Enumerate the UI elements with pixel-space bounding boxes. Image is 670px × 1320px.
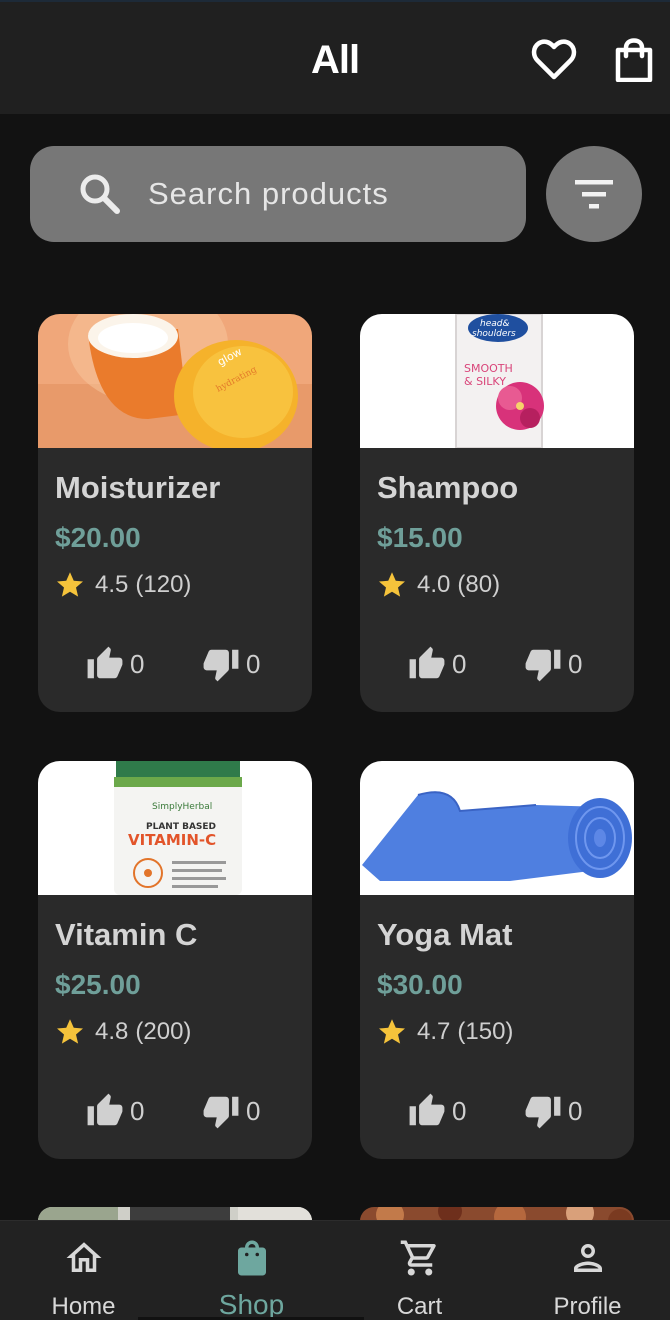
thumbs-down-icon xyxy=(525,1096,561,1129)
nav-label: Shop xyxy=(218,1289,285,1320)
product-card[interactable]: Yoga Mat $30.00 4.7 (150) 0 0 xyxy=(360,761,634,1159)
svg-text:head&: head& xyxy=(480,319,510,329)
home-icon xyxy=(66,1242,102,1272)
vote-row: 0 0 xyxy=(360,1091,634,1131)
dislike-button[interactable]: 0 xyxy=(524,1091,582,1131)
nav-label: Cart xyxy=(396,1293,443,1320)
thumbs-down-icon xyxy=(203,1096,239,1129)
rating-value: 4.8 xyxy=(95,1018,129,1045)
vote-row: 0 0 xyxy=(360,644,634,684)
star-icon xyxy=(57,1019,83,1044)
product-rating: 4.0 (80) xyxy=(377,568,500,602)
like-button[interactable]: 0 xyxy=(86,1091,144,1131)
svg-text:SMOOTH: SMOOTH xyxy=(464,362,513,375)
thumbs-down-icon xyxy=(525,649,561,682)
svg-text:SimplyHerbal: SimplyHerbal xyxy=(152,802,212,812)
like-count: 0 xyxy=(452,648,467,679)
svg-text:VITAMIN-C: VITAMIN-C xyxy=(128,831,216,849)
review-count: (200) xyxy=(135,1018,192,1045)
dislike-count: 0 xyxy=(246,1095,261,1126)
product-price: $25.00 xyxy=(55,969,141,1000)
like-button[interactable]: 0 xyxy=(408,1091,466,1131)
heart-outline-icon[interactable] xyxy=(531,38,577,80)
product-image xyxy=(360,761,634,895)
bottom-navigation: Home Shop Cart Profile xyxy=(0,1220,670,1320)
nav-item-shop[interactable]: Shop xyxy=(168,1221,335,1320)
product-price: $20.00 xyxy=(55,522,141,553)
vote-row: 0 0 xyxy=(38,1091,312,1131)
product-name: Vitamin C xyxy=(55,917,198,952)
search-icon xyxy=(80,174,120,214)
vote-row: 0 0 xyxy=(38,644,312,684)
like-count: 0 xyxy=(130,1095,145,1126)
nav-label: Profile xyxy=(553,1293,622,1320)
star-icon xyxy=(57,572,83,597)
svg-text:shoulders: shoulders xyxy=(472,329,516,339)
like-count: 0 xyxy=(130,648,145,679)
review-count: (150) xyxy=(457,1018,514,1045)
product-name: Yoga Mat xyxy=(377,917,513,952)
product-card[interactable]: head& shoulders SMOOTH & SILKY Shampoo $… xyxy=(360,314,634,712)
product-image: head& shoulders SMOOTH & SILKY xyxy=(360,314,634,448)
dislike-count: 0 xyxy=(568,648,583,679)
dislike-button[interactable]: 0 xyxy=(202,644,260,684)
search-input[interactable] xyxy=(148,168,508,220)
like-button[interactable]: 0 xyxy=(86,644,144,684)
like-button[interactable]: 0 xyxy=(408,644,466,684)
thumbs-up-icon xyxy=(87,1093,123,1126)
dislike-button[interactable]: 0 xyxy=(202,1091,260,1131)
nav-item-cart[interactable]: Cart xyxy=(336,1221,503,1320)
search-field[interactable] xyxy=(30,146,526,242)
rating-value: 4.0 xyxy=(417,571,451,598)
dislike-count: 0 xyxy=(568,1095,583,1126)
nav-item-profile[interactable]: Profile xyxy=(504,1221,670,1320)
cart-icon xyxy=(400,1240,436,1276)
filter-button[interactable] xyxy=(546,146,642,242)
svg-text:& SILKY: & SILKY xyxy=(464,375,506,388)
product-name: Shampoo xyxy=(377,470,519,505)
product-card[interactable]: SimplyHerbal PLANT BASED VITAMIN-C Vitam… xyxy=(38,761,312,1159)
product-rating: 4.8 (200) xyxy=(55,1015,191,1049)
product-price: $30.00 xyxy=(377,969,463,1000)
thumbs-down-icon xyxy=(203,649,239,682)
product-image: SimplyHerbal PLANT BASED VITAMIN-C xyxy=(38,761,312,895)
person-icon xyxy=(574,1244,602,1272)
dislike-count: 0 xyxy=(246,648,261,679)
product-rating: 4.5 (120) xyxy=(55,568,191,602)
shopping-bag-icon xyxy=(238,1240,266,1276)
product-image: glow hydrating xyxy=(38,314,312,448)
review-count: (120) xyxy=(135,571,192,598)
like-count: 0 xyxy=(452,1095,467,1126)
rating-value: 4.5 xyxy=(95,571,129,598)
thumbs-up-icon xyxy=(409,1093,445,1126)
thumbs-up-icon xyxy=(409,646,445,679)
rating-value: 4.7 xyxy=(417,1018,451,1045)
nav-label: Home xyxy=(51,1293,116,1320)
product-name: Moisturizer xyxy=(55,470,221,505)
product-rating: 4.7 (150) xyxy=(377,1015,513,1049)
star-icon xyxy=(379,572,405,597)
product-card[interactable]: glow hydrating Moisturizer $20.00 4.5 (1… xyxy=(38,314,312,712)
review-count: (80) xyxy=(457,571,501,598)
filter-icon xyxy=(575,180,613,209)
product-price: $15.00 xyxy=(377,522,463,553)
shopping-bag-icon[interactable] xyxy=(614,38,654,82)
top-app-bar: All xyxy=(0,0,670,114)
dislike-button[interactable]: 0 xyxy=(524,644,582,684)
star-icon xyxy=(379,1019,405,1044)
nav-item-home[interactable]: Home xyxy=(0,1221,167,1320)
thumbs-up-icon xyxy=(87,646,123,679)
